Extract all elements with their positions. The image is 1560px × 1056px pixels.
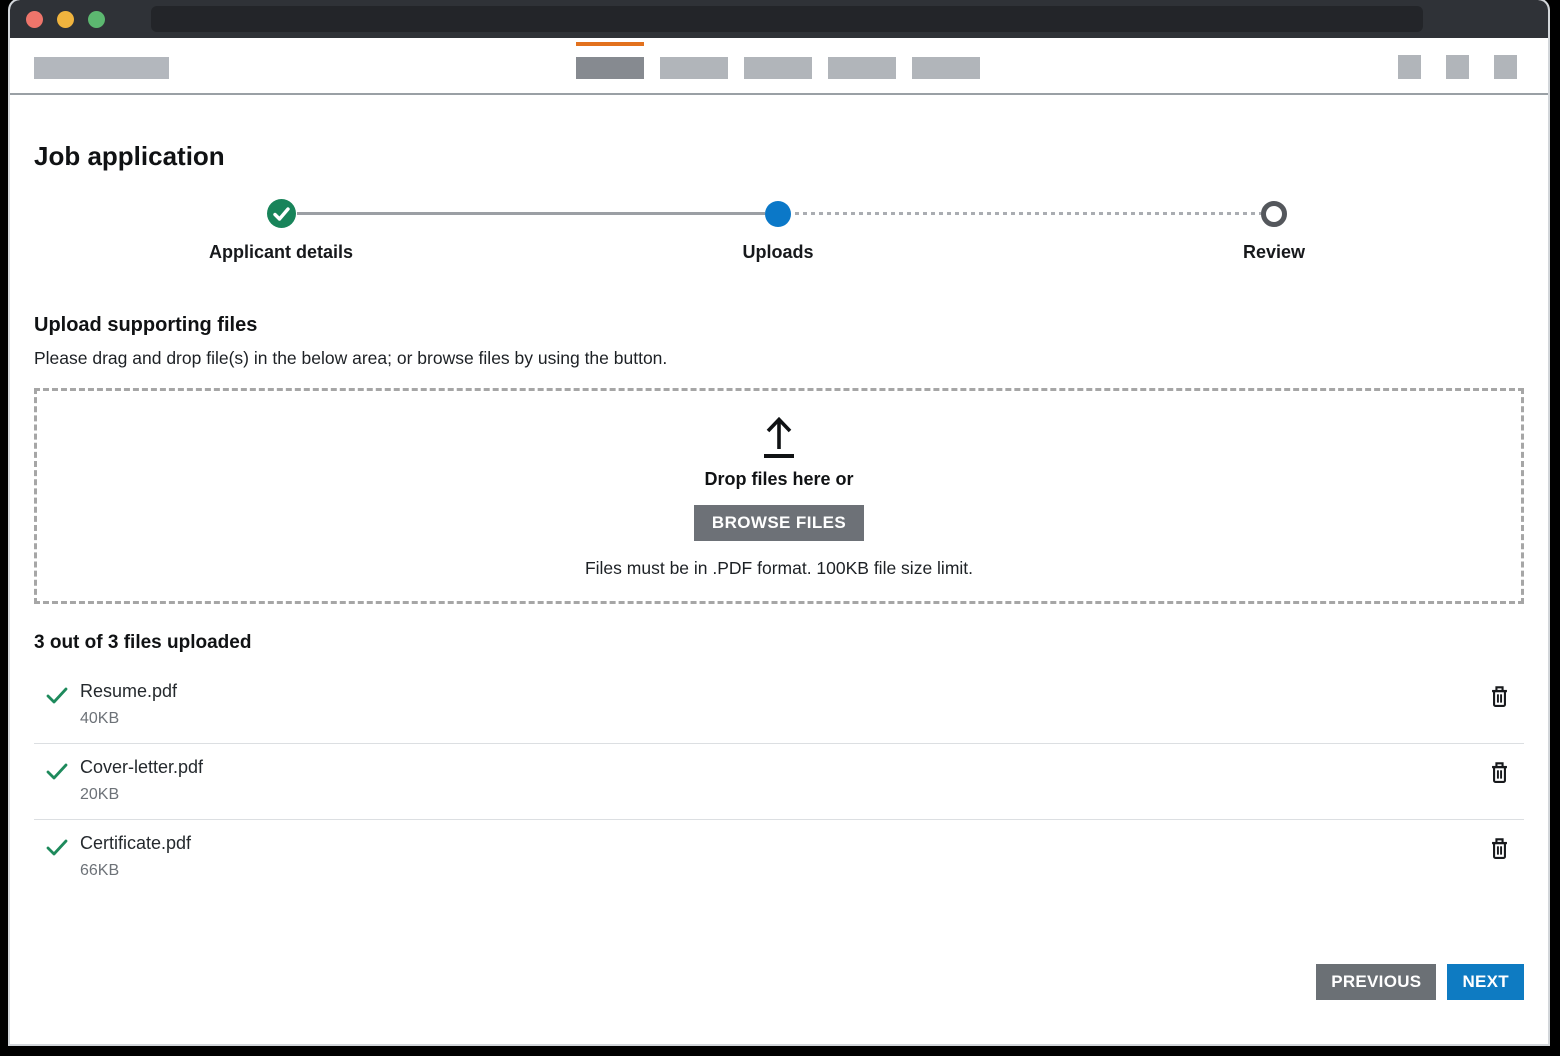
logo-placeholder[interactable]: [34, 57, 169, 79]
main-content: Job application Applicant details Upload…: [10, 95, 1548, 1044]
file-row: Cover-letter.pdf 20KB: [34, 743, 1524, 819]
nav-item-active[interactable]: [576, 57, 644, 79]
browser-window: Job application Applicant details Upload…: [10, 0, 1548, 1044]
file-name: Resume.pdf: [80, 681, 177, 702]
trash-icon: [1489, 761, 1510, 784]
upload-arrow-icon: [755, 413, 803, 459]
nav-items: [576, 57, 980, 79]
check-icon: [46, 763, 68, 780]
active-tab-underline: [576, 42, 644, 46]
check-icon: [46, 687, 68, 704]
previous-button[interactable]: PREVIOUS: [1316, 964, 1436, 1000]
file-size: 20KB: [80, 786, 203, 804]
upload-status-text: 3 out of 3 files uploaded: [34, 632, 1524, 654]
upload-section-heading: Upload supporting files: [34, 314, 1524, 337]
trash-icon: [1489, 837, 1510, 860]
browse-files-button[interactable]: BROWSE FILES: [694, 505, 864, 541]
nav-utility-icon[interactable]: [1398, 55, 1421, 79]
step-label-uploads: Uploads: [742, 242, 813, 263]
traffic-lights: [26, 11, 105, 28]
upload-instructions: Please drag and drop file(s) in the belo…: [34, 348, 1524, 369]
file-size: 66KB: [80, 862, 191, 880]
browser-titlebar: [10, 0, 1548, 38]
step-applicant-details-indicator[interactable]: [267, 199, 296, 228]
nav-item[interactable]: [912, 57, 980, 79]
check-icon: [46, 839, 68, 856]
trash-icon: [1489, 685, 1510, 708]
file-info: Cover-letter.pdf 20KB: [80, 757, 203, 804]
file-name: Cover-letter.pdf: [80, 757, 203, 778]
nav-item[interactable]: [744, 57, 812, 79]
page-title: Job application: [34, 141, 1524, 172]
file-row: Certificate.pdf 66KB: [34, 819, 1524, 895]
file-info: Resume.pdf 40KB: [80, 681, 177, 728]
stepper-connector-upcoming: [795, 212, 1261, 215]
step-review-indicator[interactable]: [1261, 201, 1287, 227]
delete-file-button[interactable]: [1487, 759, 1512, 789]
delete-file-button[interactable]: [1487, 683, 1512, 713]
wizard-footer-actions: PREVIOUS NEXT: [1316, 964, 1524, 1000]
zoom-window-button[interactable]: [88, 11, 105, 28]
wireframe-navbar: [10, 38, 1548, 95]
nav-utility-icon[interactable]: [1494, 55, 1517, 79]
progress-stepper: Applicant details Uploads Review: [34, 186, 1524, 290]
step-label-applicant-details: Applicant details: [209, 242, 353, 263]
file-dropzone[interactable]: Drop files here or BROWSE FILES Files mu…: [34, 388, 1524, 604]
next-button[interactable]: NEXT: [1447, 964, 1524, 1000]
nav-utility-icon[interactable]: [1446, 55, 1469, 79]
nav-item[interactable]: [828, 57, 896, 79]
step-label-review: Review: [1243, 242, 1305, 263]
step-uploads-indicator[interactable]: [765, 201, 791, 227]
uploaded-file-list: Resume.pdf 40KB: [34, 668, 1524, 895]
stepper-connector-complete: [297, 212, 765, 215]
file-name: Certificate.pdf: [80, 833, 191, 854]
nav-utility-icons: [1398, 55, 1517, 79]
close-window-button[interactable]: [26, 11, 43, 28]
file-row: Resume.pdf 40KB: [34, 668, 1524, 743]
file-info: Certificate.pdf 66KB: [80, 833, 191, 880]
delete-file-button[interactable]: [1487, 835, 1512, 865]
file-format-note: Files must be in .PDF format. 100KB file…: [585, 558, 973, 579]
drop-files-text: Drop files here or: [704, 469, 853, 490]
minimize-window-button[interactable]: [57, 11, 74, 28]
check-icon: [273, 207, 290, 221]
file-size: 40KB: [80, 710, 177, 728]
nav-item[interactable]: [660, 57, 728, 79]
address-bar[interactable]: [151, 6, 1423, 32]
